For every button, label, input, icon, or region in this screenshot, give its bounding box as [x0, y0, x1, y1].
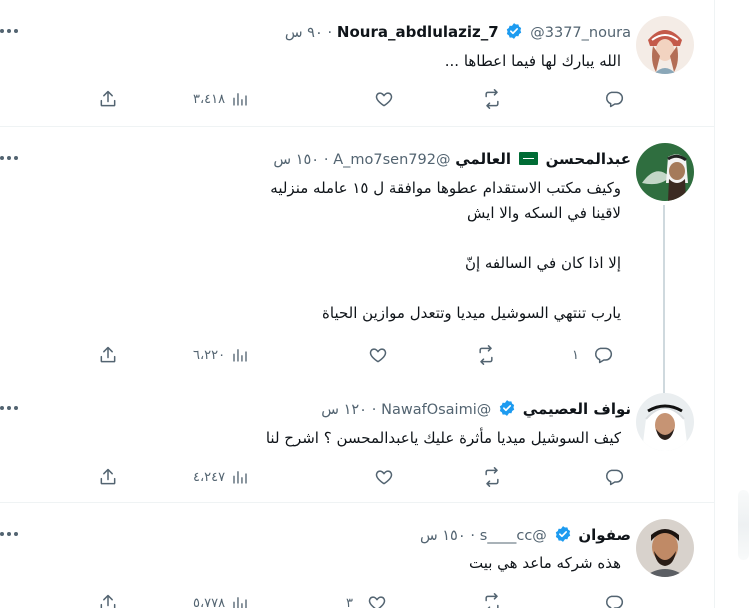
verified-icon: [507, 23, 522, 39]
tweet[interactable]: نواف العصيمي @NawafOsaimi · ١٢٠ س كيف ال…: [0, 385, 715, 501]
tweet-time[interactable]: ١٥٠ س: [273, 152, 319, 168]
share-icon: [100, 90, 116, 107]
views-count: ٦،٢٢٠: [193, 347, 226, 363]
verified-icon: [499, 400, 515, 416]
retweet-icon: [479, 345, 493, 365]
retweet-icon: [485, 593, 499, 608]
retweet-button[interactable]: [476, 344, 496, 366]
scrollbar[interactable]: [738, 490, 749, 560]
share-button[interactable]: [98, 344, 118, 366]
views-icon: [233, 93, 247, 106]
tweet-feed: Noura_abdlulaziz_7 @3377_noura · ٩٠ س ال…: [0, 0, 715, 608]
retweet-icon: [485, 89, 499, 109]
views-icon: [233, 597, 247, 608]
views-count: ٤،٢٤٧: [193, 469, 226, 485]
like-icon: [369, 348, 387, 363]
avatar[interactable]: [636, 16, 694, 74]
reply-button[interactable]: [598, 88, 624, 110]
separator-dot: ·: [470, 528, 476, 544]
reply-button[interactable]: [598, 592, 624, 608]
reply-icon: [606, 469, 624, 486]
tweet-header: نواف العصيمي @NawafOsaimi · ١٢٠ س: [321, 399, 631, 420]
like-button[interactable]: [368, 88, 394, 110]
like-count: ٣: [346, 595, 353, 608]
views-icon: [233, 471, 247, 484]
saudi-flag-icon: [518, 152, 538, 165]
reply-button[interactable]: ١: [572, 344, 613, 366]
views-button[interactable]: ٥،٧٧٨: [193, 592, 249, 608]
retweet-button[interactable]: [482, 88, 502, 110]
views-button[interactable]: ٣،٤١٨: [193, 88, 249, 110]
separator-dot: ·: [323, 152, 329, 168]
tweet-header: Noura_abdlulaziz_7 @3377_noura · ٩٠ س: [285, 22, 631, 43]
views-icon: [233, 349, 247, 362]
like-button[interactable]: [362, 344, 388, 366]
tweet[interactable]: صفوان @s____cc · ١٥٠ س هذه شركه ماعد هي …: [0, 503, 715, 608]
share-icon: [100, 346, 116, 363]
tweet-actions: ٣ ٥،٧٧٨: [0, 592, 715, 608]
author-handle[interactable]: @s____cc: [480, 528, 547, 544]
avatar[interactable]: [636, 519, 694, 577]
like-button[interactable]: [368, 466, 394, 488]
author-handle[interactable]: @NawafOsaimi: [381, 402, 491, 418]
more-icon[interactable]: [0, 24, 18, 38]
views-count: ٣،٤١٨: [193, 91, 226, 107]
like-icon: [375, 92, 393, 107]
views-count: ٥،٧٧٨: [193, 595, 226, 608]
tweet-actions: ١ ٦،٢٢٠: [0, 344, 715, 368]
views-button[interactable]: ٦،٢٢٠: [193, 344, 249, 366]
views-button[interactable]: ٤،٢٤٧: [193, 466, 249, 488]
tweet-text: هذه شركه ماعد هي بيت: [468, 554, 621, 572]
reply-icon: [606, 595, 624, 608]
tweet[interactable]: Noura_abdlulaziz_7 @3377_noura · ٩٠ س ال…: [0, 0, 715, 125]
share-button[interactable]: [98, 592, 118, 608]
tweet-header: عبدالمحسن العالمي @A_mo7sen792 · ١٥٠ س: [273, 149, 631, 170]
tweet-text: كيف السوشيل ميديا مأثرة عليك ياعبدالمحسن…: [265, 429, 621, 447]
verified-icon: [555, 526, 570, 542]
tweet-time[interactable]: ١٢٠ س: [321, 402, 367, 418]
author-name[interactable]: عبدالمحسن: [546, 150, 631, 168]
reply-icon: [594, 347, 613, 364]
tweet-actions: ٣،٤١٨: [0, 88, 715, 112]
like-icon: [368, 596, 386, 608]
tweet-time[interactable]: ١٥٠ س: [420, 528, 466, 544]
tweet[interactable]: عبدالمحسن العالمي @A_mo7sen792 · ١٥٠ س و…: [0, 127, 715, 393]
author-name-suffix[interactable]: العالمي: [455, 150, 511, 168]
avatar[interactable]: [636, 393, 694, 451]
tweet-actions: ٤،٢٤٧: [0, 466, 715, 490]
more-icon[interactable]: [0, 401, 18, 415]
more-icon[interactable]: [0, 151, 18, 165]
reply-button[interactable]: [598, 466, 624, 488]
share-icon: [100, 594, 116, 608]
retweet-button[interactable]: [482, 592, 502, 608]
tweet-text: وكيف مكتب الاستقدام عطوها موافقة ل ١٥ عا…: [270, 179, 621, 322]
retweet-icon: [485, 467, 499, 487]
reply-icon: [606, 91, 624, 108]
author-handle[interactable]: @A_mo7sen792: [333, 152, 450, 168]
reply-count: ١: [572, 347, 579, 363]
share-button[interactable]: [98, 466, 118, 488]
author-name[interactable]: Noura_abdlulaziz_7: [337, 23, 499, 41]
separator-dot: ·: [327, 25, 333, 41]
author-name[interactable]: صفوان: [578, 526, 631, 544]
tweet-text: الله يبارك لها فيما اعطاها ...: [444, 52, 621, 70]
like-icon: [375, 470, 393, 485]
avatar[interactable]: [636, 143, 694, 201]
like-button[interactable]: ٣: [346, 592, 387, 608]
tweet-time[interactable]: ٩٠ س: [285, 25, 323, 41]
share-icon: [100, 468, 116, 485]
tweet-header: صفوان @s____cc · ١٥٠ س: [420, 525, 631, 546]
share-button[interactable]: [98, 88, 118, 110]
more-icon[interactable]: [0, 527, 18, 541]
retweet-button[interactable]: [482, 466, 502, 488]
author-handle[interactable]: @3377_noura: [530, 25, 631, 41]
separator-dot: ·: [371, 402, 377, 418]
author-name[interactable]: نواف العصيمي: [523, 400, 631, 418]
